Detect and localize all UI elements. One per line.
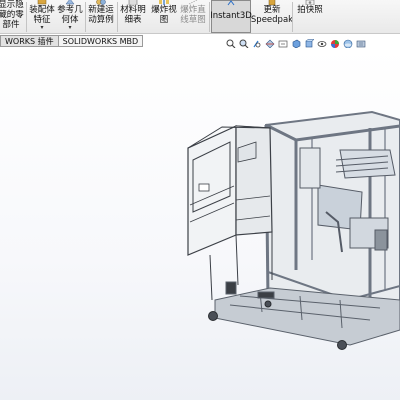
- toolbar-label: 爆炸视 图: [151, 5, 177, 25]
- reference-geometry-button[interactable]: 参考几 何体 ▾: [57, 0, 83, 33]
- toolbar-label: 材料明 细表: [120, 5, 146, 25]
- instant3d-button[interactable]: Instant3D: [210, 0, 252, 33]
- toolbar-label: 拍快照: [297, 5, 323, 15]
- toolbar-label: 装配体 特征: [29, 5, 55, 25]
- separator: [85, 2, 86, 32]
- toolbar-label: 更新 Speedpak: [250, 5, 294, 25]
- new-motion-study-button[interactable]: 新建运 动算例: [87, 0, 115, 33]
- bill-of-materials-button[interactable]: 材料明 细表: [119, 0, 147, 33]
- toolbar-label: 爆炸直 线草图: [180, 5, 206, 25]
- chevron-down-icon[interactable]: ▾: [68, 25, 71, 31]
- tab-solidworks-addins[interactable]: WORKS 插件: [0, 35, 59, 47]
- toolbar-label: Instant3D: [210, 11, 252, 21]
- exploded-view-button[interactable]: 爆炸视 图: [150, 0, 178, 33]
- update-speedpak-button[interactable]: 更新 Speedpak: [250, 0, 294, 33]
- snapshot-button[interactable]: 拍快照: [294, 0, 326, 33]
- toolbar-label: 显示隐 藏的零 部件: [0, 0, 24, 30]
- separator: [292, 2, 293, 32]
- command-tabs: WORKS 插件 SOLIDWORKS MBD: [0, 35, 144, 47]
- control-cabinet: [187, 125, 273, 301]
- assembly-feature-button[interactable]: 装配体 特征 ▾: [28, 0, 56, 33]
- explode-line-sketch-button[interactable]: 爆炸直 线草图: [178, 0, 208, 33]
- chevron-down-icon[interactable]: ▾: [40, 25, 43, 31]
- assembly-model[interactable]: [0, 48, 400, 400]
- toolbar-label: 新建运 动算例: [88, 5, 114, 25]
- instant3d-icon: [227, 0, 235, 6]
- command-manager-toolbar: 显示隐 藏的零 部件 装配体 特征 ▾ 参考几 何体 ▾ 新建运 动算例 材料明…: [0, 0, 400, 34]
- show-hidden-components-button[interactable]: 显示隐 藏的零 部件: [0, 0, 24, 33]
- tab-solidworks-mbd[interactable]: SOLIDWORKS MBD: [57, 35, 144, 47]
- graphics-viewport[interactable]: [0, 48, 400, 400]
- separator: [26, 2, 27, 32]
- separator: [117, 2, 118, 32]
- toolbar-label: 参考几 何体: [57, 5, 83, 25]
